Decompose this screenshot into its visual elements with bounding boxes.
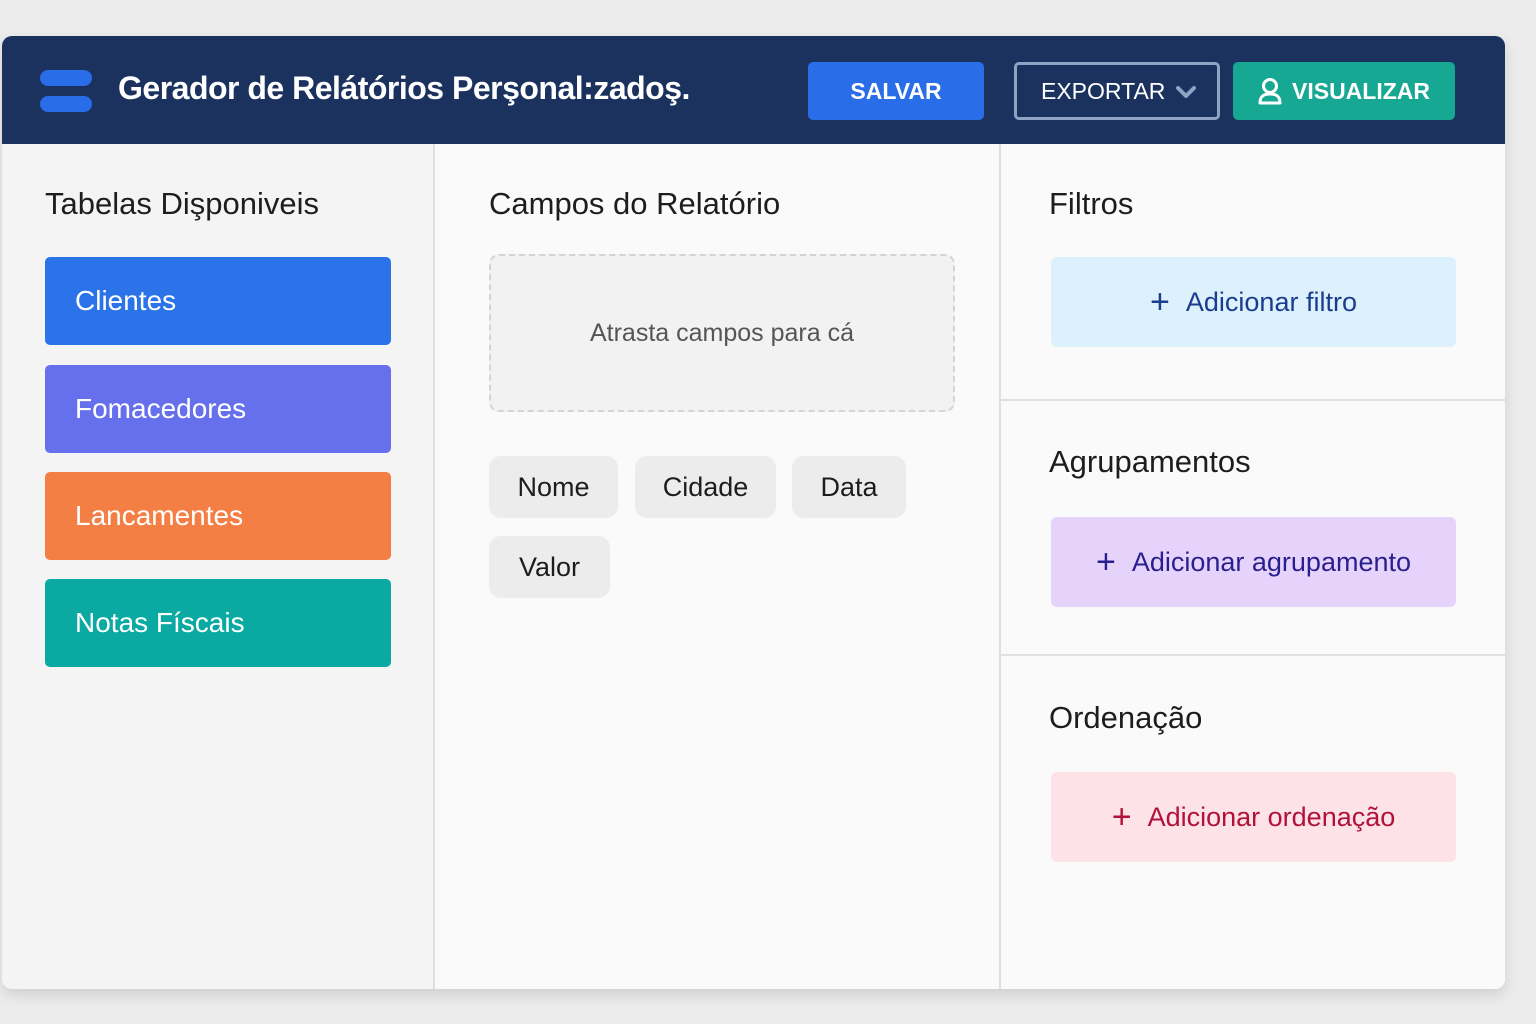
add-grouping-label: Adicionar agrupamento (1131, 546, 1412, 577)
field-chip-cidade[interactable]: Cidade (635, 456, 776, 518)
sorting-title: Ordenação (1049, 700, 1203, 735)
table-item-label: Lancamentes (75, 500, 244, 531)
field-chip-label: Nome (517, 471, 590, 502)
plus-icon: + (1095, 543, 1116, 581)
field-chip-nome[interactable]: Nome (489, 456, 618, 518)
groupings-title: Agrupamentos (1049, 444, 1251, 479)
filters-title: Filtros (1049, 186, 1134, 221)
section-divider (1001, 399, 1505, 401)
save-button-label: SALVAR (850, 77, 942, 104)
options-panel: Filtros + Adicionar filtro Agrupamentos … (1001, 144, 1505, 989)
table-item-label: Notas Físcais (75, 607, 245, 638)
save-button[interactable]: SALVAR (808, 62, 984, 120)
add-filter-label: Adicionar filtro (1185, 286, 1357, 317)
field-chip-label: Cidade (662, 471, 749, 502)
add-grouping-button[interactable]: + Adicionar agrupamento (1051, 517, 1456, 607)
add-filter-button[interactable]: + Adicionar filtro (1051, 257, 1456, 347)
field-chip-label: Data (820, 471, 878, 502)
field-chip-label: Valor (518, 551, 581, 582)
table-item-fornecedores[interactable]: Fomacedores (45, 365, 391, 453)
field-chip-valor[interactable]: Valor (489, 536, 610, 598)
user-icon (1258, 78, 1282, 105)
view-button-label: VISUALIZAR (1292, 77, 1430, 104)
add-sorting-button[interactable]: + Adicionar ordenação (1051, 772, 1456, 862)
fields-title: Campos do Relatório (489, 186, 781, 221)
export-dropdown-button[interactable]: EXPORTAR (1014, 62, 1220, 120)
dropzone-hint: Atrasta campos para cá (589, 318, 854, 347)
table-item-notas-fiscais[interactable]: Notas Físcais (45, 579, 391, 667)
export-button-label: EXPORTAR (1041, 77, 1166, 104)
plus-icon: + (1111, 798, 1132, 836)
table-item-label: Fomacedores (75, 393, 247, 424)
app-title: Gerador de Relátórios Perşonal:zadoş. (118, 70, 690, 106)
view-button[interactable]: VISUALIZAR (1233, 62, 1455, 120)
menu-icon[interactable] (40, 70, 92, 114)
tables-title: Tabelas Dişponiveis (45, 186, 319, 221)
table-item-clientes[interactable]: Clientes (45, 257, 391, 345)
add-sorting-label: Adicionar ordenação (1147, 801, 1396, 832)
section-divider (1001, 654, 1505, 656)
table-item-lancamentos[interactable]: Lancamentes (45, 472, 391, 560)
plus-icon: + (1150, 283, 1170, 321)
chevron-down-icon (1176, 86, 1196, 98)
field-chip-data[interactable]: Data (792, 456, 906, 518)
app-window: Gerador de Relátórios Perşonal:zadoş. SA… (2, 36, 1505, 989)
fields-panel: Campos do Relatório Atrasta campos para … (435, 144, 1001, 989)
tables-panel: Tabelas Dişponiveis Clientes Fomacedores… (2, 144, 435, 989)
header-bar: Gerador de Relátórios Perşonal:zadoş. SA… (2, 36, 1505, 144)
table-item-label: Clientes (75, 285, 177, 316)
fields-dropzone[interactable]: Atrasta campos para cá (489, 254, 955, 412)
